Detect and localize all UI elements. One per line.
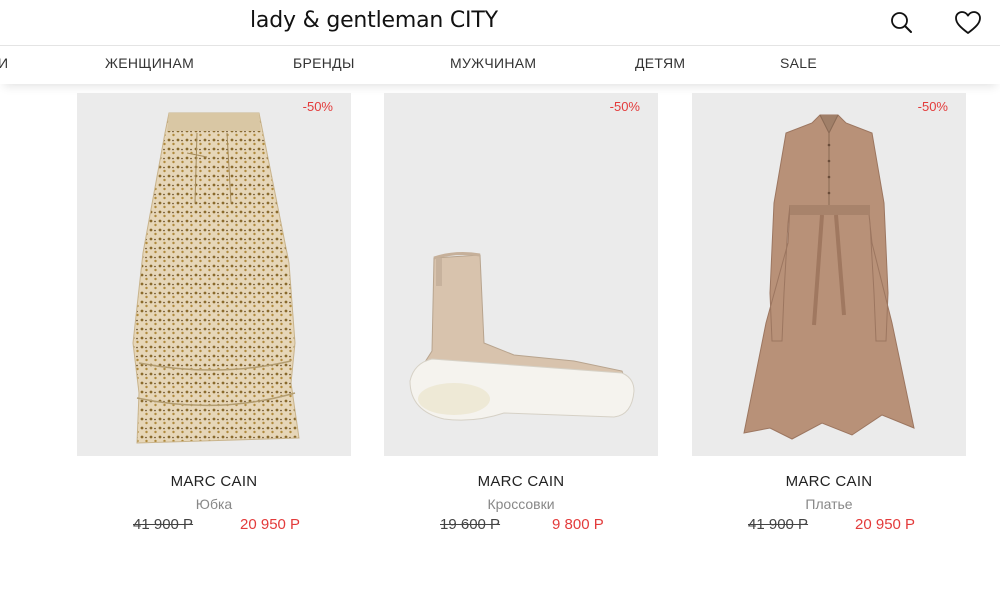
nav-item-sale[interactable]: SALE [780,55,817,71]
nav-item-partial[interactable]: И [0,55,8,71]
nav-item-men[interactable]: МУЖЧИНАМ [450,55,536,71]
site-header: lady & gentleman CITY [0,0,1000,45]
sneaker-image [409,252,635,421]
search-icon[interactable] [889,10,915,36]
nav-item-women[interactable]: ЖЕНЩИНАМ [105,55,194,71]
product-card[interactable]: -50% MARC CAIN Юбка 41 900 Р 20 950 Р [77,93,351,540]
sale-price: 20 950 Р [855,516,916,533]
product-type: Платье [805,496,853,512]
dress-image [743,114,915,440]
product-brand[interactable]: MARC CAIN [77,473,351,490]
discount-badge: -50% [609,99,640,114]
product-card[interactable]: -50% MARC CAIN Кроссовки 19 600 Р 9 800 … [384,93,658,540]
nav-item-brands[interactable]: БРЕНДЫ [293,55,355,71]
nav-item-kids[interactable]: ДЕТЯМ [635,55,685,71]
product-card[interactable]: -50% MARC CAIN Платье 41 900 Р 20 950 Р [692,93,966,540]
product-image[interactable]: -50% [692,93,966,456]
main-navigation: И ЖЕНЩИНАМ БРЕНДЫ МУЖЧИНАМ ДЕТЯМ SALE [0,45,1000,84]
discount-badge: -50% [302,99,333,114]
price-row: 41 900 Р 20 950 Р [77,516,351,540]
product-type: Юбка [195,496,233,512]
site-logo[interactable]: lady & gentleman CITY [250,8,498,33]
skirt-image [132,112,300,444]
product-type: Кроссовки [487,496,555,512]
product-brand[interactable]: MARC CAIN [692,473,966,490]
product-image[interactable]: -50% [77,93,351,456]
product-image[interactable]: -50% [384,93,658,456]
product-brand[interactable]: MARC CAIN [384,473,658,490]
sale-price: 9 800 Р [552,516,604,533]
discount-badge: -50% [917,99,948,114]
price-row: 41 900 Р 20 950 Р [692,516,966,540]
old-price: 19 600 Р [440,516,501,533]
heart-icon[interactable] [954,10,982,36]
sale-price: 20 950 Р [240,516,301,533]
price-row: 19 600 Р 9 800 Р [384,516,658,540]
old-price: 41 900 Р [133,516,194,533]
old-price: 41 900 Р [748,516,809,533]
